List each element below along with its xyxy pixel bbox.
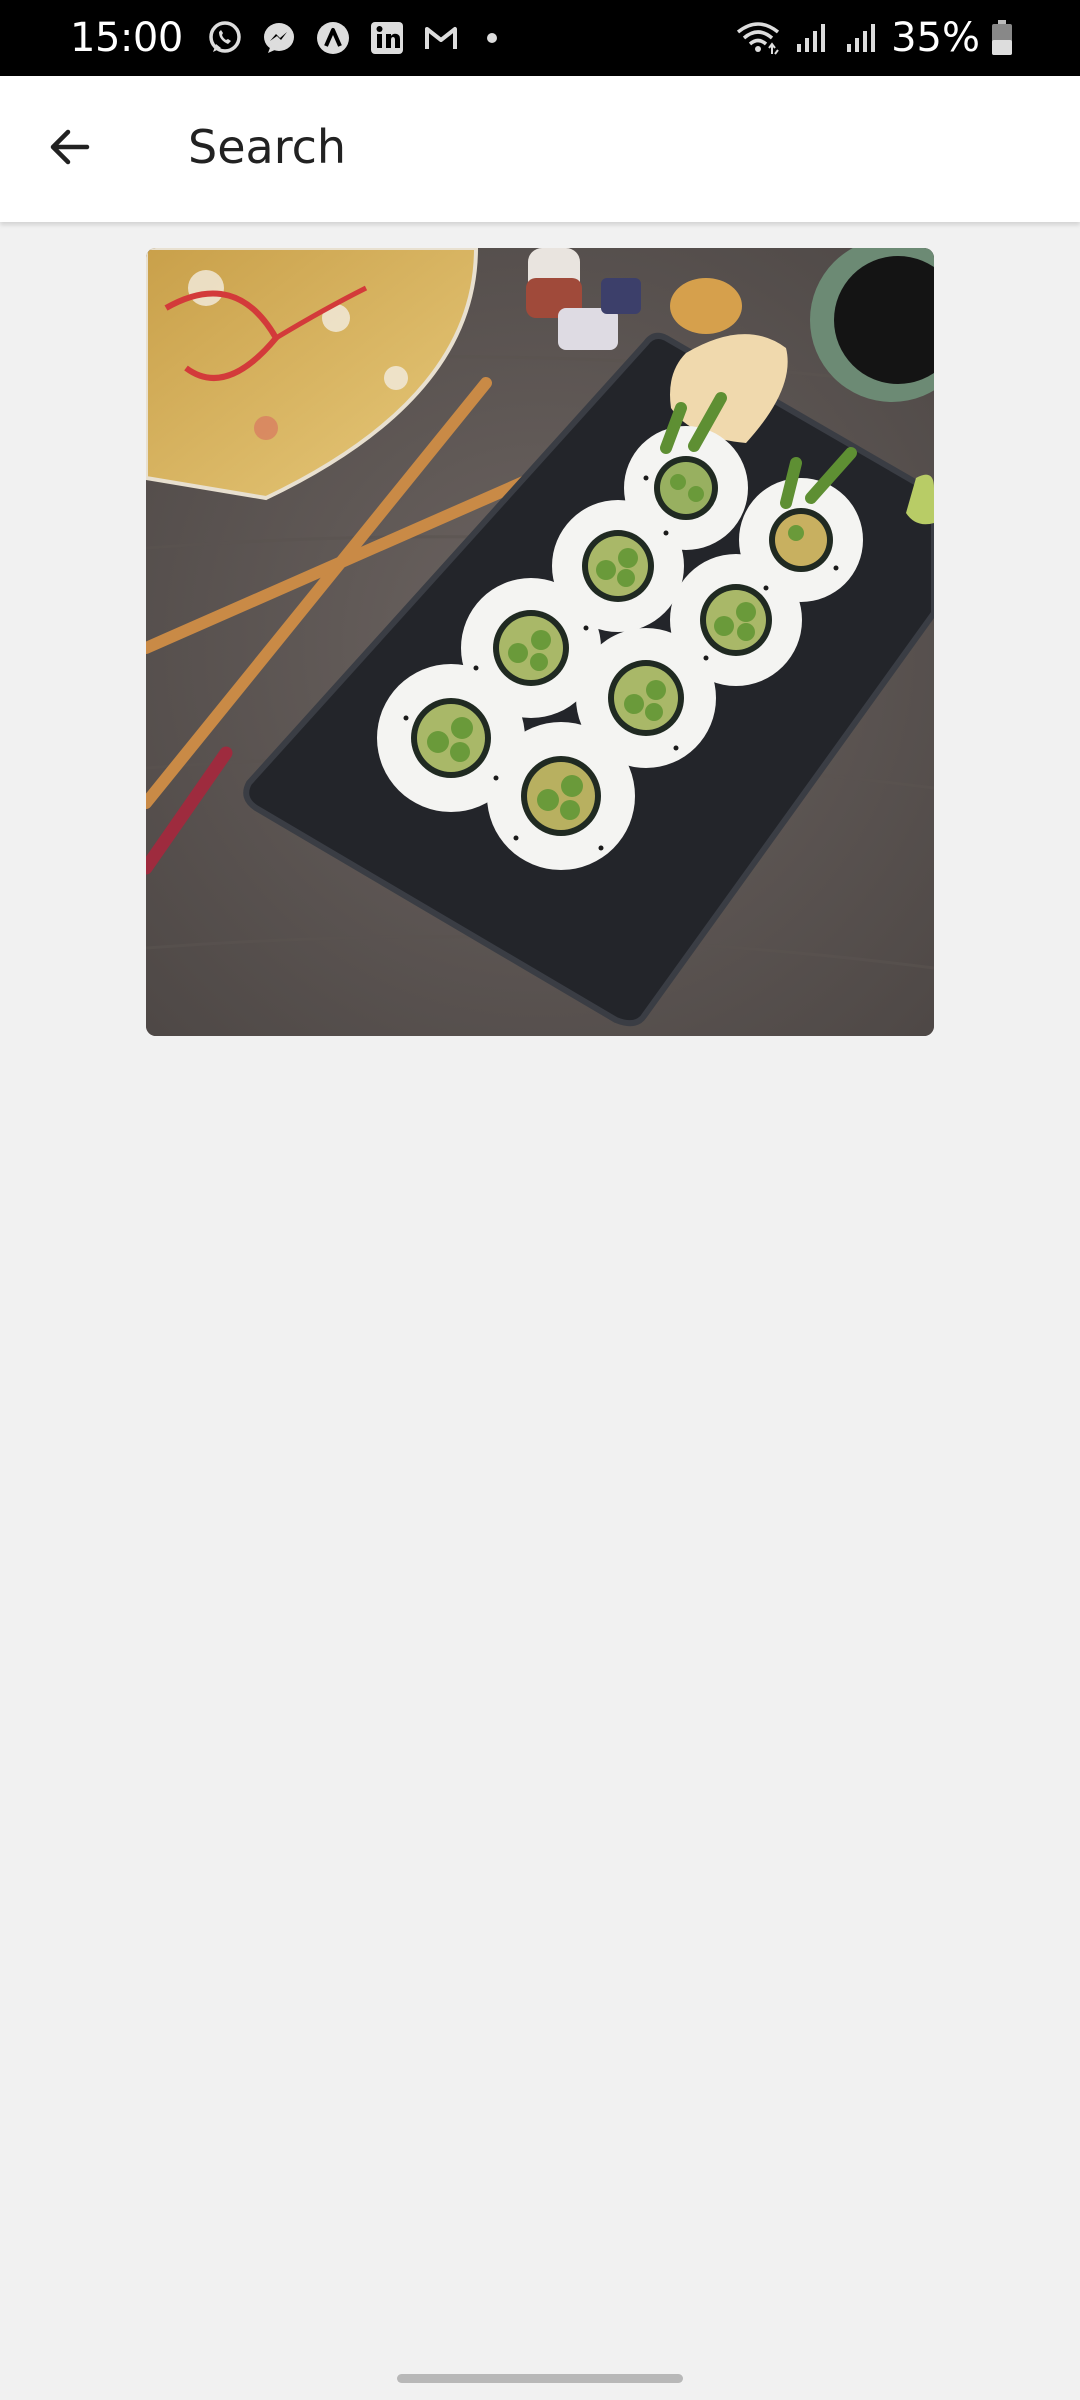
gesture-nav-handle[interactable]: [397, 2374, 683, 2383]
battery-percent: 35%: [891, 15, 980, 61]
signal-icon: [791, 18, 831, 58]
page-title: Search: [188, 120, 347, 174]
battery-icon: [990, 18, 1014, 58]
status-time: 15:00: [70, 15, 183, 61]
messenger-icon: [259, 18, 299, 58]
app-bar: Search: [0, 76, 1080, 222]
linkedin-icon: [367, 18, 407, 58]
arrow-left-icon: [47, 124, 93, 174]
signal-icon: [841, 18, 881, 58]
wifi-icon: [735, 18, 781, 58]
status-bar: 15:00 35%: [0, 0, 1080, 76]
whatsapp-icon: [205, 18, 245, 58]
back-button[interactable]: [34, 113, 106, 185]
sushi-photo[interactable]: [146, 248, 934, 1036]
more-notifications-dot: [486, 33, 497, 43]
arc-icon: [313, 18, 353, 58]
gmail-icon: [421, 18, 461, 58]
